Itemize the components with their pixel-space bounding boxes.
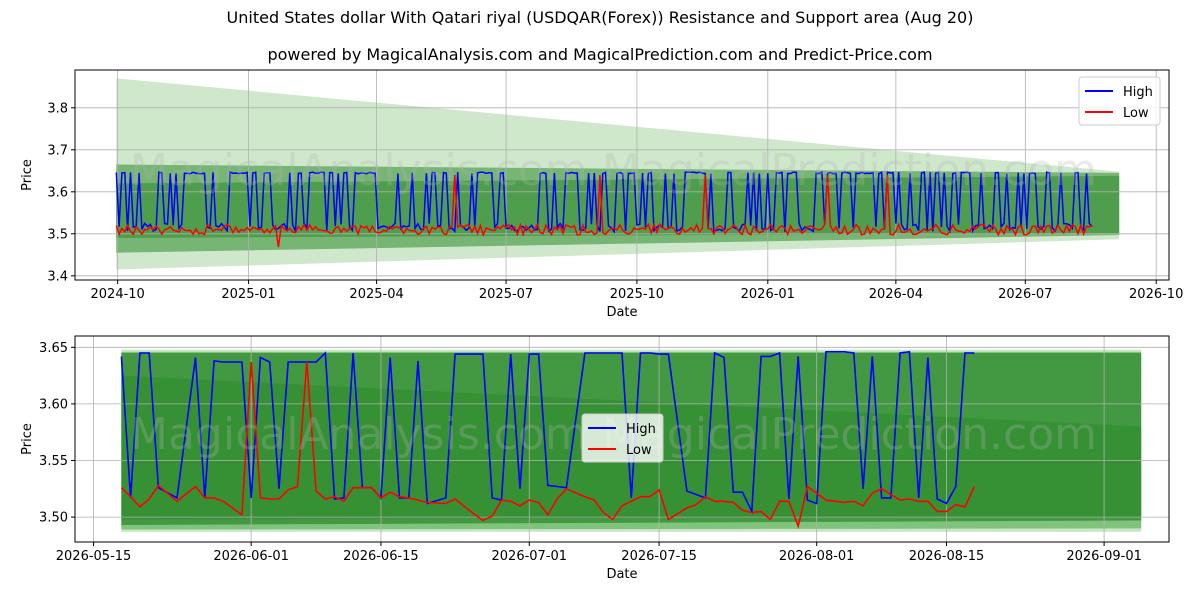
x-axis-label: Date xyxy=(606,567,637,582)
watermark: MagicalPrediction.com xyxy=(602,145,1097,196)
x-tick-label: 2026-10 xyxy=(1129,287,1183,302)
x-tick-label: 2026-08-01 xyxy=(779,549,855,564)
x-tick-label: 2024-10 xyxy=(91,287,145,302)
x-tick-label: 2026-05-15 xyxy=(56,549,132,564)
x-tick-label: 2026-09-01 xyxy=(1066,549,1142,564)
y-axis-label: Price xyxy=(20,423,35,455)
x-tick-label: 2025-01 xyxy=(221,287,275,302)
x-tick-label: 2025-10 xyxy=(610,287,664,302)
x-tick-label: 2025-07 xyxy=(479,287,533,302)
y-tick-label: 3.65 xyxy=(39,341,68,356)
legend-label-high: High xyxy=(1123,85,1153,100)
watermark: MagicalPrediction.com xyxy=(602,409,1097,460)
legend-label-low: Low xyxy=(626,443,652,458)
y-axis-label: Price xyxy=(20,159,35,191)
y-tick-label: 3.50 xyxy=(39,511,68,526)
x-tick-label: 2026-07-01 xyxy=(492,549,568,564)
y-tick-label: 3.5 xyxy=(47,227,68,242)
legend: High Low xyxy=(1078,76,1161,126)
x-tick-label: 2026-06-15 xyxy=(343,549,419,564)
chart-panel-2: MagicalAnalysis.com MagicalPrediction.com… xyxy=(20,335,1170,582)
x-tick-label: 2026-06-01 xyxy=(213,549,289,564)
x-tick-label: 2025-04 xyxy=(349,287,403,302)
x-tick-label: 2026-08-15 xyxy=(909,549,985,564)
x-tick-label: 2026-07-15 xyxy=(621,549,697,564)
y-tick-label: 3.4 xyxy=(47,269,68,284)
x-tick-label: 2026-04 xyxy=(869,287,923,302)
y-tick-label: 3.7 xyxy=(47,143,68,158)
chart-panel-1: MagicalAnalysis.com MagicalPrediction.com… xyxy=(20,69,1183,320)
watermark: MagicalAnalysis.com xyxy=(130,409,588,460)
watermark: MagicalAnalysis.com xyxy=(130,145,588,196)
x-tick-label: 2026-01 xyxy=(741,287,795,302)
legend-label-high: High xyxy=(626,422,656,437)
chart-canvas: MagicalAnalysis.com MagicalPrediction.com… xyxy=(20,69,1183,582)
y-tick-label: 3.55 xyxy=(39,454,68,469)
legend: High Low xyxy=(581,413,664,463)
y-tick-label: 3.8 xyxy=(47,101,68,116)
y-tick-label: 3.6 xyxy=(47,185,68,200)
x-axis-label: Date xyxy=(606,305,637,320)
x-tick-label: 2026-07 xyxy=(998,287,1052,302)
y-tick-label: 3.60 xyxy=(39,397,68,412)
legend-label-low: Low xyxy=(1123,106,1149,121)
